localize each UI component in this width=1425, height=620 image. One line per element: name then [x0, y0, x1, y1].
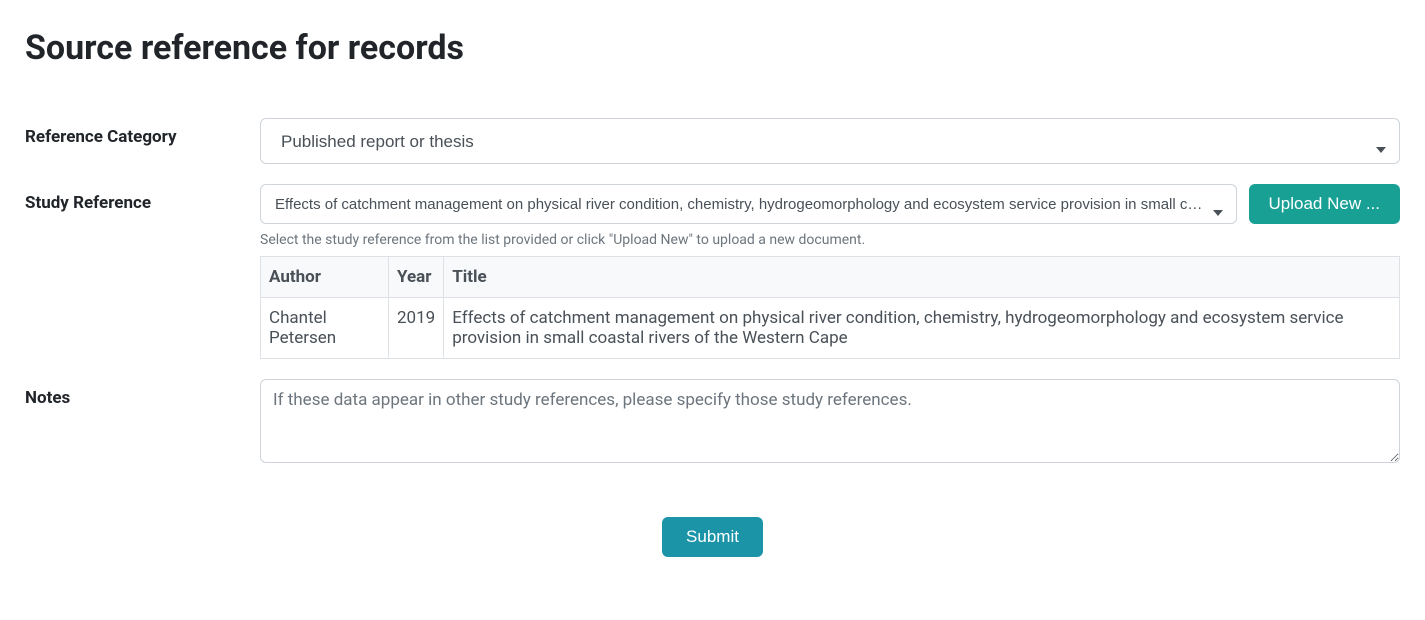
table-cell-year: 2019 [389, 298, 444, 359]
study-reference-help-text: Select the study reference from the list… [260, 232, 1400, 248]
notes-label: Notes [25, 379, 260, 408]
page-title: Source reference for records [25, 28, 1400, 68]
study-reference-select[interactable]: Effects of catchment management on physi… [260, 184, 1237, 224]
study-reference-label: Study Reference [25, 184, 260, 213]
submit-button[interactable]: Submit [662, 517, 763, 557]
table-row: Chantel Petersen 2019 Effects of catchme… [261, 298, 1400, 359]
notes-textarea[interactable] [260, 379, 1400, 463]
reference-table: Author Year Title Chantel Petersen 2019 … [260, 256, 1400, 359]
upload-new-button[interactable]: Upload New ... [1249, 184, 1401, 224]
reference-category-label: Reference Category [25, 118, 260, 147]
reference-category-select[interactable]: Published report or thesis [260, 118, 1400, 164]
table-header-title: Title [444, 257, 1400, 298]
table-cell-title: Effects of catchment management on physi… [444, 298, 1400, 359]
table-header-author: Author [261, 257, 389, 298]
table-header-year: Year [389, 257, 444, 298]
table-cell-author: Chantel Petersen [261, 298, 389, 359]
